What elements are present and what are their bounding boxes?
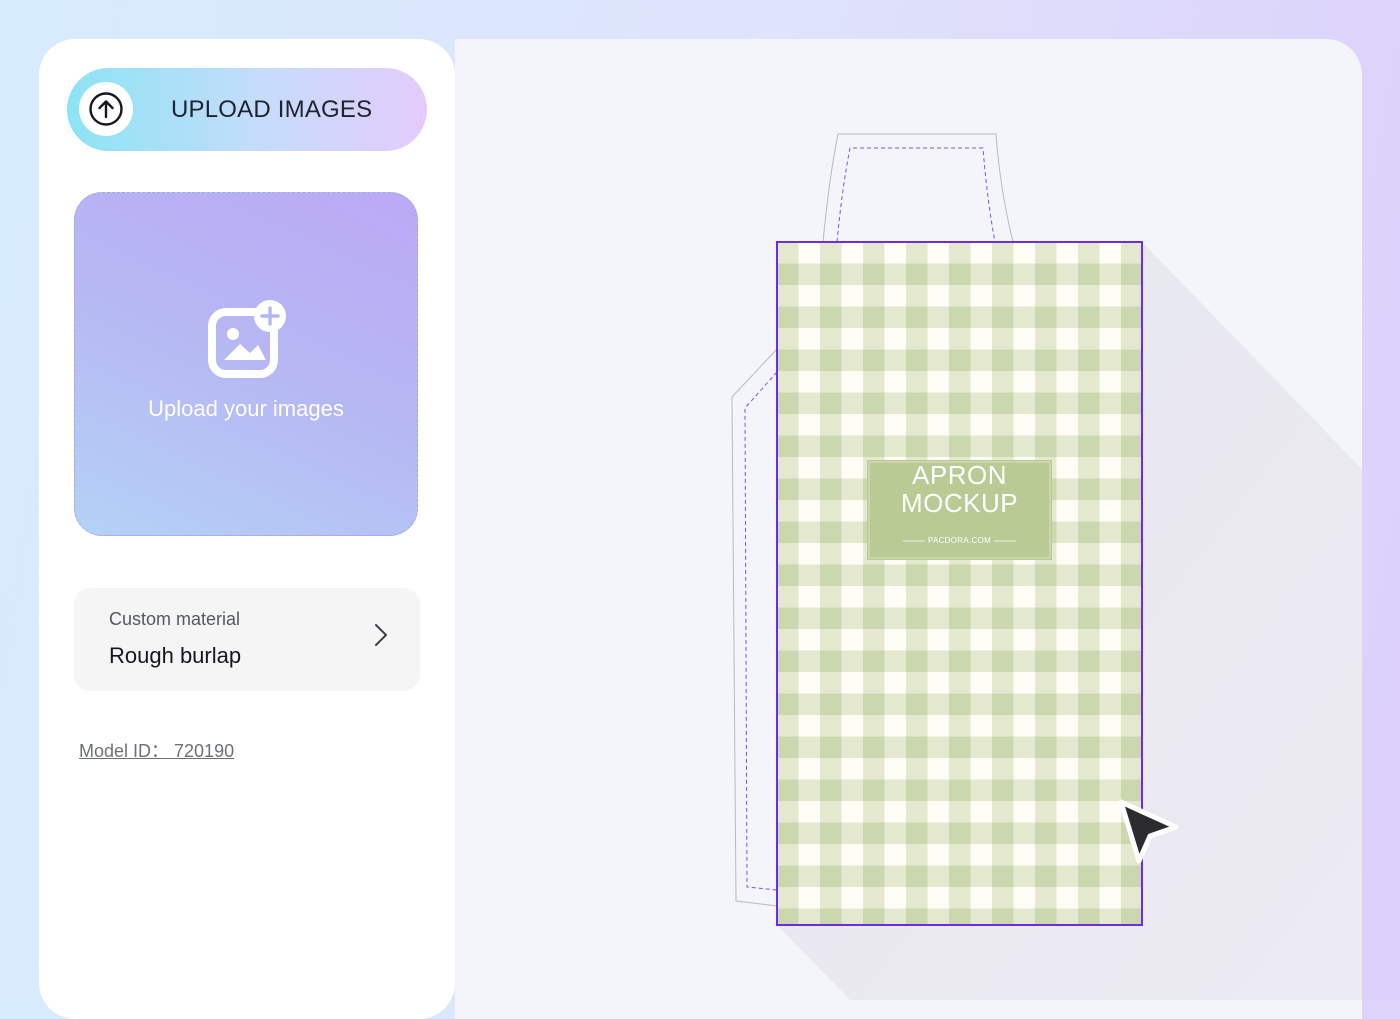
image-drop-zone[interactable]: Upload your images <box>74 192 418 536</box>
image-add-icon <box>206 298 288 380</box>
left-panel: UPLOAD IMAGES Upload your images Custom … <box>39 39 455 1019</box>
apron-body[interactable] <box>777 242 1142 925</box>
custom-material-selector[interactable]: Custom material Rough burlap <box>74 588 420 691</box>
mockup-preview-canvas[interactable]: APRON MOCKUP PACDORA.COM <box>455 39 1362 1019</box>
model-id-link[interactable]: Model ID： 720190 <box>79 737 234 763</box>
dieline-outline-side <box>731 348 778 907</box>
upload-images-label: UPLOAD IMAGES <box>171 96 373 123</box>
chevron-right-icon <box>375 624 387 646</box>
material-value: Rough burlap <box>109 643 242 668</box>
arrow-up-circle-icon <box>79 82 133 136</box>
apron-mockup-svg <box>731 133 1362 1000</box>
dieline-dashed-side <box>744 371 778 891</box>
upload-images-button[interactable]: UPLOAD IMAGES <box>67 68 427 151</box>
label-title: APRON MOCKUP <box>867 461 1052 517</box>
label-brand: PACDORA.COM <box>927 536 992 545</box>
dieline-dashed <box>836 147 996 243</box>
material-caption: Custom material <box>109 609 241 629</box>
drop-zone-label: Upload your images <box>148 396 344 421</box>
label-title-line1: APRON <box>912 460 1007 490</box>
dieline-outline <box>822 133 1014 243</box>
label-title-line2: MOCKUP <box>900 488 1019 518</box>
